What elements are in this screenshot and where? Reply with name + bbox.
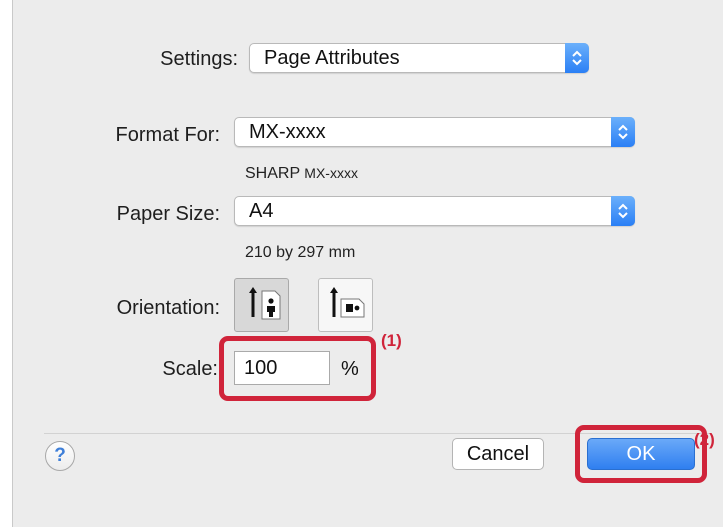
- paper-dimensions: 210 by 297 mm: [245, 244, 356, 261]
- popup-stepper-icon: [611, 117, 635, 147]
- orientation-label: Orientation:: [116, 297, 220, 319]
- printer-brand: SHARP: [245, 165, 300, 182]
- settings-popup-value: Page Attributes: [264, 47, 400, 69]
- settings-popup[interactable]: Page Attributes: [249, 43, 589, 73]
- printer-description: SHARP MX-xxxx: [245, 165, 358, 183]
- orientation-portrait-button[interactable]: [234, 278, 289, 332]
- landscape-orientation-icon: [330, 287, 365, 318]
- popup-stepper-icon: [611, 196, 635, 226]
- popup-stepper-icon: [565, 43, 589, 73]
- paper-size-value: A4: [249, 200, 274, 222]
- format-for-popup[interactable]: MX-xxxx: [234, 117, 635, 147]
- portrait-orientation-icon: [249, 287, 281, 320]
- paper-size-popup[interactable]: A4: [234, 196, 635, 226]
- scale-highlight-box: [219, 336, 376, 401]
- scale-label: Scale:: [162, 358, 218, 380]
- orientation-landscape-button[interactable]: [318, 278, 373, 332]
- help-button[interactable]: ?: [45, 441, 75, 471]
- format-for-value: MX-xxxx: [249, 121, 326, 143]
- paper-size-label: Paper Size:: [116, 203, 220, 225]
- format-for-label: Format For:: [115, 124, 220, 146]
- printer-model: MX-xxxx: [304, 165, 358, 181]
- cancel-button[interactable]: Cancel: [452, 438, 544, 470]
- ok-highlight-box: [575, 425, 707, 483]
- settings-label: Settings:: [160, 48, 238, 70]
- callout-1: (1): [381, 331, 402, 350]
- callout-2: (2): [694, 430, 715, 449]
